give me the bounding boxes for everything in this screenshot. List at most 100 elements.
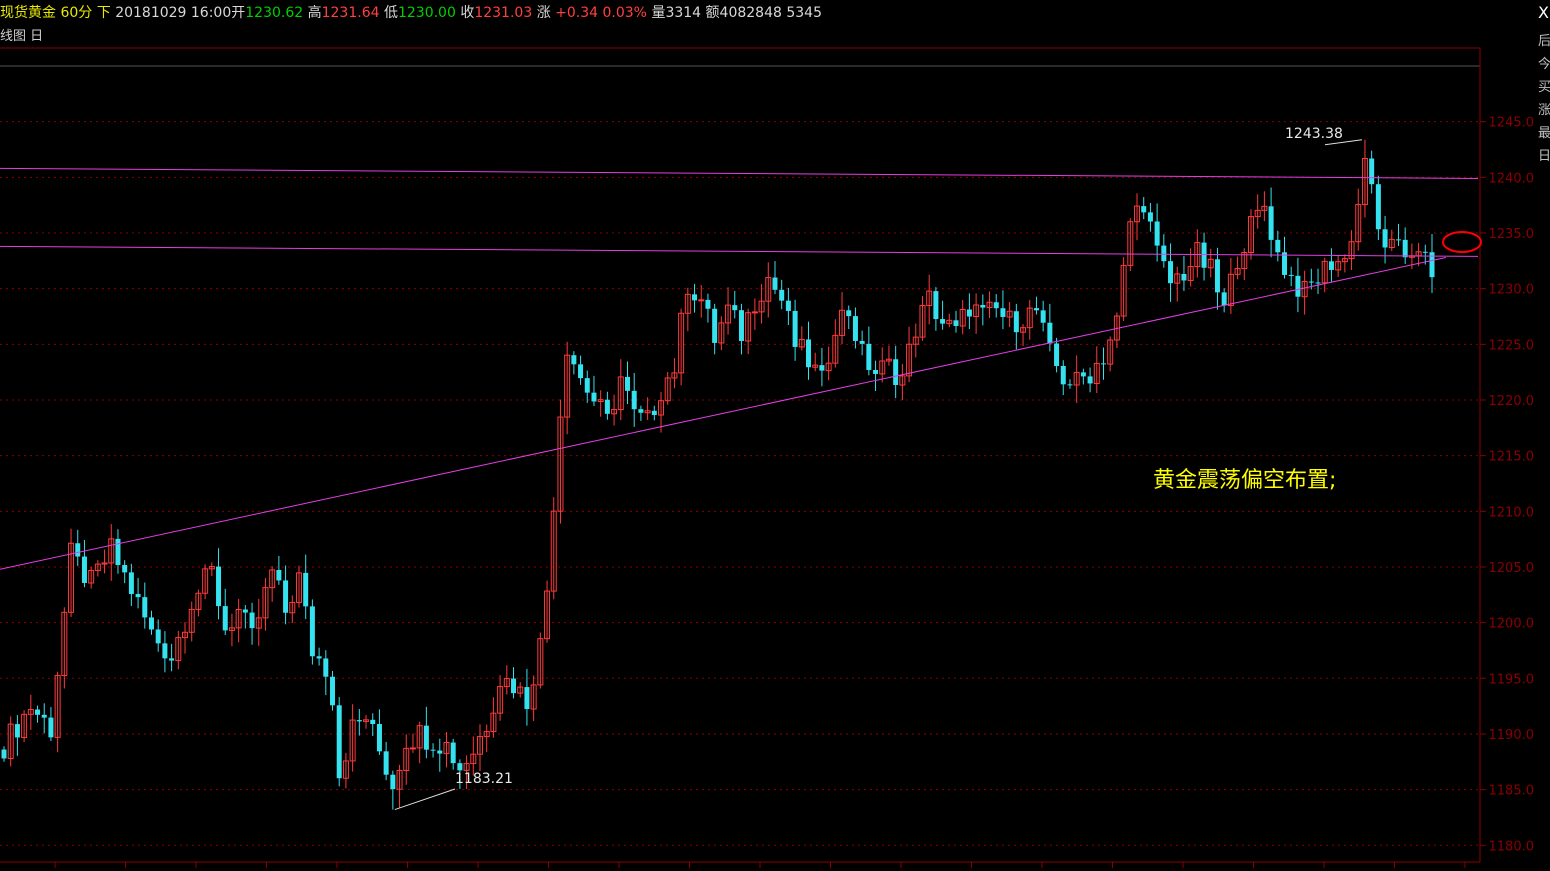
support-trendline [0,256,1447,570]
candle-body [1422,251,1428,253]
axis-tick-label: 1220.0 [1489,394,1535,409]
candle-body [953,320,959,326]
candle-body [303,572,309,607]
candle-body [1221,292,1227,306]
side-panel-item[interactable]: 买 [1538,76,1550,99]
candle-body [571,355,577,365]
candle-body [323,658,329,677]
candle-body [524,687,530,710]
datetime: 20181029 16:00 [115,5,232,21]
change-label: 涨 [536,5,551,21]
high-price-label: 1243.38 [1285,126,1343,142]
candle-body [1315,282,1321,284]
candle-body [1268,206,1274,240]
candle-body [35,709,41,715]
candle-body [216,566,222,607]
side-panel-item[interactable]: 涨 [1538,99,1550,122]
candle-body [1282,252,1288,275]
low-value: 1230.00 [397,5,456,21]
close-label: 收 [460,5,475,21]
candle-body [893,359,899,386]
candle-body [698,299,705,302]
axis-tick-label: 1200.0 [1489,617,1535,632]
side-panel-item[interactable]: 后 [1538,30,1550,53]
candle-body [1047,322,1053,344]
candle-body [631,390,637,410]
low-leader-line [394,788,456,811]
close-button[interactable]: X [1538,0,1550,26]
instrument-name[interactable]: 现货黄金 [0,5,56,21]
candle-body [705,299,711,309]
annotation-text: 黄金震荡偏空布置; [1153,468,1336,493]
candle-body [852,316,858,341]
candle-body [155,629,161,644]
candle-body [222,606,228,631]
candle-body [41,714,47,718]
collapse-icon[interactable]: 日 [30,29,43,44]
candle-body [1395,239,1401,241]
candle-body [457,763,463,771]
candle-body [376,724,382,752]
candle-body [1033,308,1039,311]
candle-body [1,749,7,759]
axis-tick-label: 1190.0 [1489,728,1535,743]
candle-body [370,719,376,725]
candle-body [450,742,456,764]
candle-body [792,310,798,347]
candle-body [330,676,336,706]
candle-body [1295,275,1301,297]
chart-type-label[interactable]: 线图 [0,29,26,44]
candle-body [1054,343,1060,366]
candle-body [738,310,744,341]
open-label: 开 [231,5,246,21]
candle-body [437,750,443,754]
volume-value: 3314 [665,5,702,21]
close-value: 1231.03 [474,5,533,21]
candle-body [169,658,175,661]
candle-body [135,593,141,598]
volume-label: 量 [651,5,666,21]
side-panel-item[interactable]: 日 [1538,145,1550,168]
candle-body [122,565,128,573]
candle-body [1161,245,1167,262]
candle-body [423,725,429,750]
axis-tick-label: 1180.0 [1489,839,1535,854]
candle-body [48,717,54,738]
subheader: 线图 日 [0,26,1538,48]
axis-tick-label: 1235.0 [1489,227,1535,242]
candle-body [1328,261,1334,270]
candle-body [142,597,148,618]
candle-body [162,643,168,659]
candle-body [651,410,657,416]
side-panel-item[interactable]: 今 [1538,53,1550,76]
low-label: 低 [383,5,398,21]
candle-body [14,724,20,738]
resistance-line-2 [0,245,1479,257]
candle-body [1080,372,1086,377]
candle-body [409,747,416,750]
side-panel-item[interactable]: 最 [1538,122,1550,145]
candle-body [1308,281,1314,283]
period-label[interactable]: 60分 [60,5,92,21]
candle-body [1369,158,1375,185]
candle-body [584,378,590,393]
candle-body [819,365,825,371]
candle-body [1100,363,1106,365]
candle-body [390,774,396,790]
axis-tick-label: 1230.0 [1489,283,1535,298]
candle-body [283,580,289,613]
change-percent: 0.03% [602,5,647,21]
axis-tick-label: 1185.0 [1489,784,1535,799]
axis-tick-label: 1195.0 [1489,672,1535,687]
candle-body [1288,274,1294,276]
candle-body [1067,384,1073,386]
candle-body [785,300,791,311]
candle-body [356,720,362,722]
candle-body [316,656,322,659]
extra-value: 5345 [786,5,822,21]
candle-body [115,538,121,566]
candle-body [772,277,778,290]
direction-label: 下 [96,5,111,21]
candle-body [1154,221,1160,246]
candle-body [1000,308,1006,317]
